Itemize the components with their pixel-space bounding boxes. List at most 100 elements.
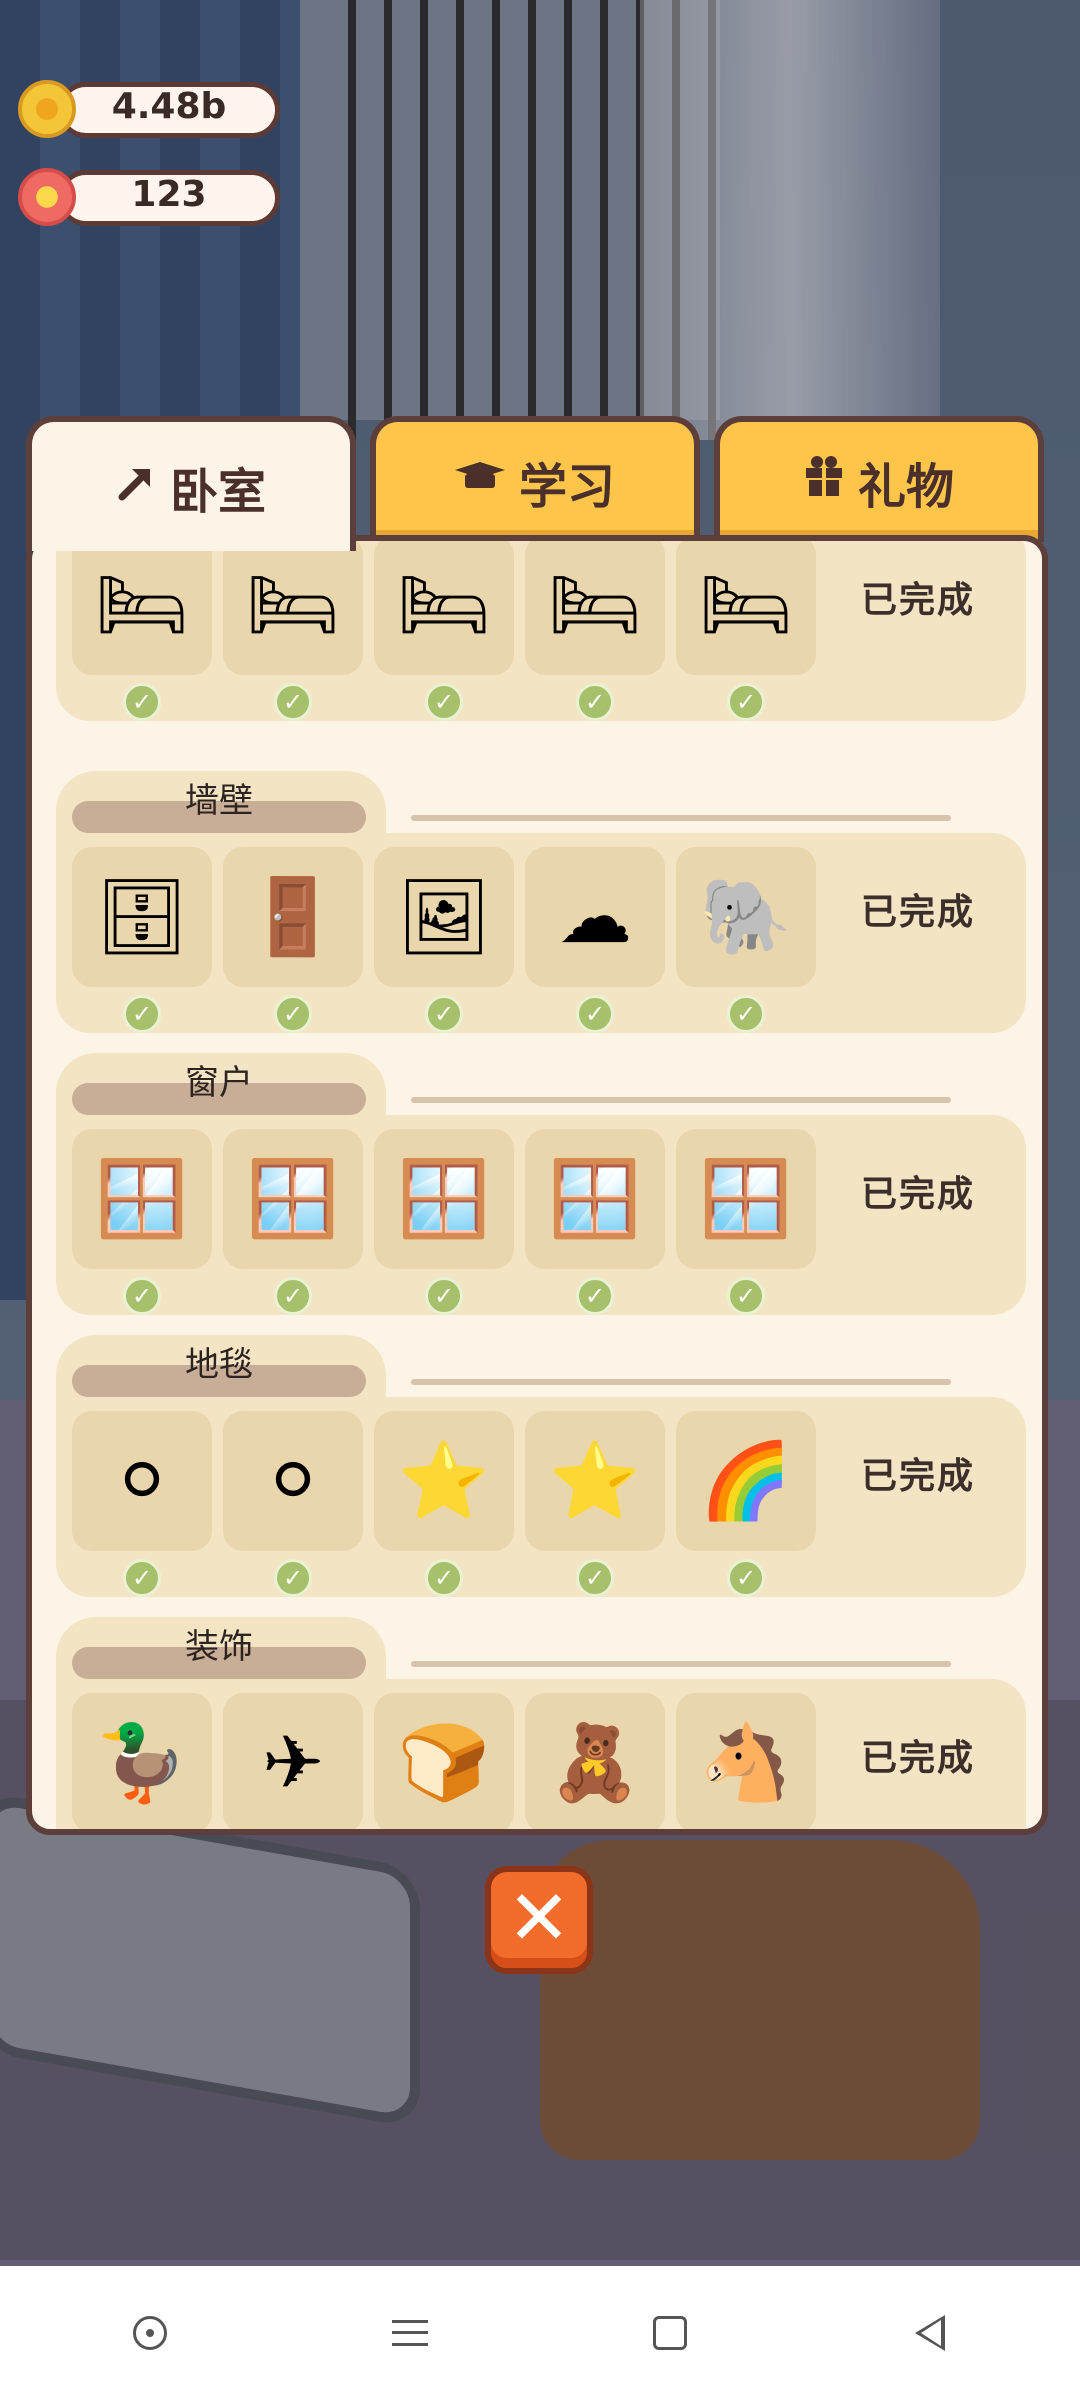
item-star-rug[interactable]: ⭐ (374, 1411, 514, 1551)
tab-label: 卧室 (169, 463, 266, 520)
item-airplane[interactable]: ✈ (223, 1693, 363, 1829)
airplane-icon: ✈ (261, 1720, 324, 1806)
check-icon: ✓ (727, 1277, 765, 1315)
status-label: 已完成 (861, 1456, 976, 1497)
flower-counter: 123 (18, 168, 280, 228)
clouds-icon: ☁ (558, 874, 632, 960)
check-icon: ✓ (425, 995, 463, 1033)
rainbow-star-rug-icon: 🌈 (699, 1437, 793, 1524)
gift-icon (804, 454, 844, 510)
photo-frames-icon: 🖼 (397, 873, 491, 960)
item-white-bed[interactable]: 🛏 (374, 541, 514, 675)
check-icon: ✓ (274, 1559, 312, 1597)
assistant-button[interactable] (90, 2273, 210, 2393)
tab-label: 学习 (518, 459, 615, 515)
item-blue-curtain-window[interactable]: 🪟 (676, 1129, 816, 1269)
star-rug-grey-icon: ⭐ (548, 1437, 642, 1524)
item-pink-crib[interactable]: 🛏 (525, 541, 665, 675)
recents-button[interactable] (350, 2273, 470, 2393)
animal-decals-icon: 🐘 (699, 873, 793, 960)
double-window-icon: 🪟 (246, 1155, 340, 1242)
circle-icon (133, 2316, 167, 2350)
item-star-rug-grey[interactable]: ⭐ (525, 1411, 665, 1551)
category-title: 窗户 (185, 1063, 253, 1103)
item-shelf[interactable]: 🗄 (72, 847, 212, 987)
blue-bed-icon: 🛏 (246, 561, 340, 648)
category-title: 墙壁 (185, 781, 253, 821)
item-clouds[interactable]: ☁ (525, 847, 665, 987)
check-icon: ✓ (123, 1559, 161, 1597)
coin-counter: 4.48b (18, 80, 280, 140)
home-icon (653, 2316, 687, 2350)
check-icon: ✓ (123, 1277, 161, 1315)
item-rocking-horse[interactable]: 🐴 (676, 1693, 816, 1829)
item-cat-bread[interactable]: 🍞 (374, 1693, 514, 1829)
check-icon: ✓ (727, 1559, 765, 1597)
tab-bedroom[interactable]: 卧室 (26, 416, 356, 551)
item-curtain-window[interactable]: 🪟 (525, 1129, 665, 1269)
small-window-icon: 🪟 (95, 1155, 189, 1242)
item-small-rug[interactable]: ⚪ (72, 1411, 212, 1551)
collection-list[interactable]: 🛏 ✓ 🛏 ✓ 🛏 ✓ 🛏 ✓ 🛏 ✓ 已完成 墙壁 🗄 ✓ 🚪 ✓ 🖼 ✓ ☁ ✓ 🐘 ✓ 已完成 窗户 🪟 ✓ 🪟 ✓ 🪟 ✓ 🪟 ✓ 🪟 ✓… (56, 541, 1026, 1829)
cat-bread-icon: 🍞 (397, 1719, 491, 1806)
blue-curtain-window-icon: 🪟 (699, 1155, 793, 1242)
wooden-bed-icon: 🛏 (95, 561, 189, 648)
check-icon: ✓ (727, 995, 765, 1033)
star-rug-icon: ⭐ (397, 1437, 491, 1524)
rocking-horse-icon: 🐴 (699, 1719, 793, 1806)
system-navbar (0, 2266, 1080, 2400)
item-wooden-bed[interactable]: 🛏 (72, 541, 212, 675)
check-icon: ✓ (727, 683, 765, 721)
category-row: 🛏 ✓ 🛏 ✓ 🛏 ✓ 🛏 ✓ 🛏 ✓ 已完成 (56, 541, 1026, 721)
check-icon: ✓ (425, 1559, 463, 1597)
teddy-bear-icon: 🧸 (548, 1719, 642, 1806)
item-pink-door[interactable]: 🚪 (223, 847, 363, 987)
item-mobile-crib[interactable]: 🛏 (676, 541, 816, 675)
check-icon: ✓ (274, 683, 312, 721)
category-row: 🦆✓✈✓🍞✓🧸✓🐴✓已完成 (56, 1679, 1026, 1829)
item-duck[interactable]: 🦆 (72, 1693, 212, 1829)
category-title: 地毯 (185, 1345, 253, 1385)
divider-line (411, 1661, 951, 1667)
tab-study[interactable]: 学习 (370, 416, 700, 542)
flower-icon (18, 168, 76, 226)
tall-window-icon: 🪟 (397, 1155, 491, 1242)
status-label: 已完成 (861, 580, 976, 621)
menu-icon (392, 2320, 428, 2346)
check-icon: ✓ (123, 995, 161, 1033)
status-label: 已完成 (861, 1738, 976, 1779)
item-double-window[interactable]: 🪟 (223, 1129, 363, 1269)
pink-crib-icon: 🛏 (548, 561, 642, 648)
check-icon: ✓ (123, 683, 161, 721)
item-oval-rug[interactable]: ⚪ (223, 1411, 363, 1551)
hammer-icon (116, 459, 156, 515)
back-button[interactable] (870, 2273, 990, 2393)
small-rug-icon: ⚪ (110, 1438, 173, 1524)
shelf-icon: 🗄 (95, 873, 189, 960)
item-animal-decals[interactable]: 🐘 (676, 847, 816, 987)
divider-line (411, 1097, 951, 1103)
home-button[interactable] (610, 2273, 730, 2393)
oval-rug-icon: ⚪ (261, 1438, 324, 1524)
graduation-cap-icon (454, 454, 505, 510)
check-icon: ✓ (576, 995, 614, 1033)
category-row: ⚪ ✓ ⚪ ✓ ⭐ ✓ ⭐ ✓ 🌈 ✓ 已完成 (56, 1397, 1026, 1597)
status-label: 已完成 (861, 1174, 976, 1215)
item-small-window[interactable]: 🪟 (72, 1129, 212, 1269)
coin-icon (18, 80, 76, 138)
tab-gift[interactable]: 礼物 (714, 416, 1044, 542)
check-icon: ✓ (274, 995, 312, 1033)
close-button[interactable]: ✕ (485, 1866, 593, 1974)
category-title: 装饰 (185, 1627, 253, 1667)
item-photo-frames[interactable]: 🖼 (374, 847, 514, 987)
item-tall-window[interactable]: 🪟 (374, 1129, 514, 1269)
item-rainbow-star-rug[interactable]: 🌈 (676, 1411, 816, 1551)
item-teddy-bear[interactable]: 🧸 (525, 1693, 665, 1829)
tab-bar: 卧室 学习 礼物 (26, 416, 1048, 551)
collection-panel: 🛏 ✓ 🛏 ✓ 🛏 ✓ 🛏 ✓ 🛏 ✓ 已完成 墙壁 🗄 ✓ 🚪 ✓ 🖼 ✓ ☁ ✓ 🐘 ✓ 已完成 窗户 🪟 ✓ 🪟 ✓ 🪟 ✓ 🪟 ✓ 🪟 ✓… (26, 535, 1048, 1835)
check-icon: ✓ (425, 1277, 463, 1315)
check-icon: ✓ (576, 683, 614, 721)
pink-door-icon: 🚪 (246, 873, 340, 960)
check-icon: ✓ (425, 683, 463, 721)
item-blue-bed[interactable]: 🛏 (223, 541, 363, 675)
